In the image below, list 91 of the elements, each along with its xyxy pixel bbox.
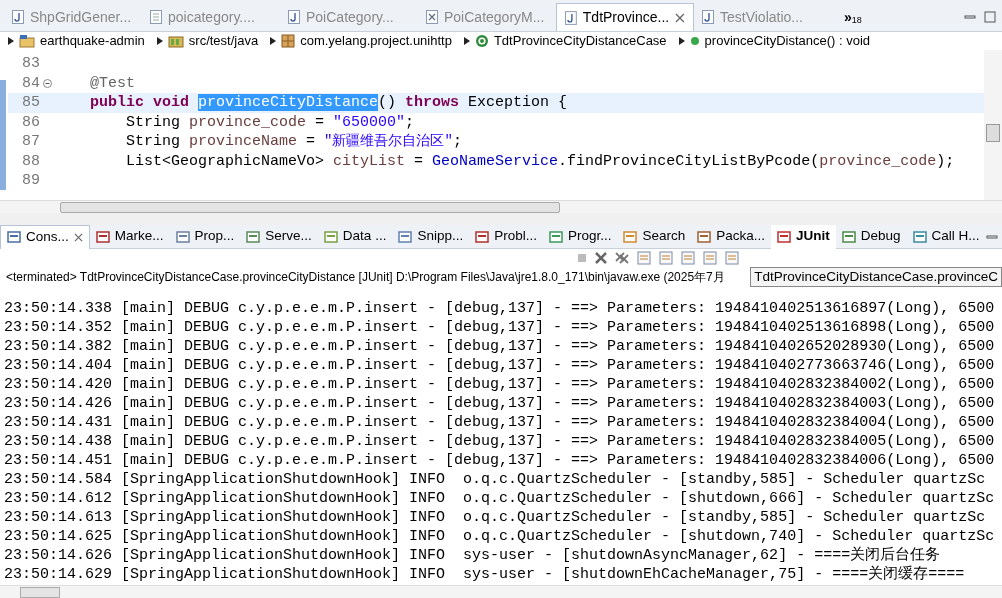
toolbar-icon[interactable] — [702, 251, 718, 265]
view-icon — [246, 229, 261, 244]
toolbar-icon[interactable] — [636, 251, 652, 265]
view-tab[interactable]: JUnit — [771, 224, 836, 249]
console-line: 23:50:14.338 [main] DEBUG c.y.p.e.e.m.P.insert - [debug,137] - ==> Parameters: 1948410402513616897(Long), 6500 — [4, 299, 995, 318]
console-line: 23:50:14.404 [main] DEBUG c.y.p.e.e.m.P.insert - [debug,137] - ==> Parameters: 1948410402773663746(Long), 6500 — [4, 356, 995, 375]
code-line: public void provinceCityDistance() throws Exception { — [89, 93, 568, 113]
line-number: 86 — [21, 112, 40, 132]
view-icon — [912, 229, 927, 244]
view-tab[interactable]: Cons... — [0, 224, 90, 249]
chevron-icon — [678, 37, 685, 45]
console-line: 23:50:14.584 [SpringApplicationShutdownHook] INFO o.q.c.QuartzScheduler - [standby,585] - Scheduler quartzSc — [4, 470, 986, 489]
xml-file-icon — [426, 10, 438, 24]
java-file-icon — [565, 10, 577, 25]
toolbar-icon[interactable] — [680, 251, 696, 265]
fold-icon[interactable] — [42, 78, 52, 88]
console-line: 23:50:14.438 [main] DEBUG c.y.p.e.e.m.P.insert - [debug,137] - ==> Parameters: 1948410402832384005(Long), 6500 — [4, 432, 995, 451]
view-tab[interactable]: Search — [617, 224, 692, 249]
editor-tab[interactable]: TdtProvince... — [556, 3, 694, 31]
close-icon[interactable] — [73, 232, 83, 242]
toolbar-icon[interactable] — [658, 251, 674, 265]
breadcrumb-item[interactable]: TdtProvinceCityDistanceCase — [493, 31, 667, 51]
line-number: 84 — [21, 73, 40, 93]
chevron-icon — [156, 37, 163, 45]
console-line: 23:50:14.625 [SpringApplicationShutdownHook] INFO o.q.c.QuartzScheduler - [shutdown,740] - Scheduler quartzSc — [4, 527, 995, 546]
close-icon[interactable] — [675, 12, 685, 23]
view-tab[interactable]: Prop... — [169, 224, 241, 249]
code-line: List<GeographicNameVo> cityList = GeoNameService.findProvinceCityListByPcode(province_code); — [125, 151, 955, 171]
view-icon — [697, 229, 712, 244]
source-folder-icon — [167, 34, 184, 48]
line-number: 89 — [21, 171, 40, 191]
stop-icon[interactable] — [576, 252, 588, 264]
view-icon — [841, 229, 856, 244]
code-line: @Test — [89, 73, 135, 93]
tooltip: TdtProvinceCityDistanceCase.provinceC — [750, 267, 1002, 287]
breadcrumb-item[interactable]: provinceCityDistance() : void — [704, 31, 871, 51]
console-line: 23:50:14.426 [main] DEBUG c.y.p.e.e.m.P.insert - [debug,137] - ==> Parameters: 1948410402832384003(Long), 6500 — [4, 394, 995, 413]
console-line: 23:50:14.382 [main] DEBUG c.y.p.e.e.m.P.insert - [debug,137] - ==> Parameters: 1948410402652028930(Long), 6500 — [4, 337, 995, 356]
line-number: 88 — [21, 151, 40, 171]
scroll-thumb[interactable] — [60, 201, 560, 213]
toolbar-icon[interactable] — [724, 251, 740, 265]
view-tab[interactable]: Packa... — [691, 224, 772, 249]
breadcrumb-item[interactable]: earthquake-admin — [40, 31, 145, 51]
view-icon — [623, 229, 638, 244]
line-number: 83 — [21, 54, 40, 74]
view-tab[interactable]: Serve... — [240, 224, 318, 249]
view-icon — [548, 229, 563, 244]
view-icon — [7, 230, 21, 244]
scroll-thumb[interactable] — [986, 124, 1000, 142]
remove-all-icon[interactable] — [614, 251, 630, 265]
breadcrumb-item[interactable]: src/test/java — [188, 31, 259, 51]
chevron-icon — [270, 37, 277, 45]
remove-icon[interactable] — [594, 251, 608, 265]
console-line: 23:50:14.352 [main] DEBUG c.y.p.e.e.m.P.insert - [debug,137] - ==> Parameters: 1948410402513616898(Long), 6500 — [4, 318, 995, 337]
method-icon — [689, 36, 700, 46]
view-tab[interactable]: Marke... — [89, 224, 170, 249]
view-tab[interactable]: Debug — [835, 224, 907, 249]
view-tab[interactable]: Call H... — [906, 224, 986, 249]
console-line: 23:50:14.420 [main] DEBUG c.y.p.e.e.m.P.insert - [debug,137] - ==> Parameters: 1948410402832384002(Long), 6500 — [4, 375, 995, 394]
view-icon — [175, 229, 190, 244]
console-line: 23:50:14.613 [SpringApplicationShutdownHook] INFO o.q.c.QuartzScheduler - [standby,585] - Scheduler quartzSc — [4, 508, 986, 527]
console-status: <terminated> TdtProvinceCityDistanceCase.provinceCityDistance [JUnit] D:\Program Files\Java\jre1.8.0_171\bin\javaw.exe (2025年7月 — [6, 269, 725, 286]
file-icon — [150, 10, 162, 24]
view-icon — [95, 229, 110, 244]
package-icon — [281, 34, 296, 48]
console-line: 23:50:14.431 [main] DEBUG c.y.p.e.e.m.P.insert - [debug,137] - ==> Parameters: 1948410402832384004(Long), 6500 — [4, 413, 995, 432]
console-line: 23:50:14.451 [main] DEBUG c.y.p.e.e.m.P.insert - [debug,137] - ==> Parameters: 1948410402832384006(Long), 6500 — [4, 451, 995, 470]
view-tab[interactable]: Probl... — [469, 224, 543, 249]
java-file-icon — [12, 10, 24, 24]
chevron-icon — [8, 37, 14, 45]
line-number: 87 — [21, 132, 40, 152]
console-line: 23:50:14.626 [SpringApplicationShutdownHook] INFO sys-user - [shutdownAsyncManager,62] - ====关闭后台任务 — [4, 546, 941, 565]
view-tab[interactable]: Data ... — [317, 224, 393, 249]
console-line: 23:50:14.612 [SpringApplicationShutdownHook] INFO o.q.c.QuartzScheduler - [shutdown,666] - Scheduler quartzSc — [4, 489, 995, 508]
code-line: String provinceName = "新疆维吾尔自治区"; — [125, 132, 462, 152]
breadcrumb-item[interactable]: com.yelang.project.unihttp — [300, 31, 452, 51]
view-icon — [475, 229, 490, 244]
scroll-thumb[interactable] — [20, 586, 60, 598]
view-tab[interactable]: Snipp... — [392, 224, 470, 249]
view-icon — [398, 229, 413, 244]
maximize-icon[interactable] — [984, 11, 996, 23]
java-file-icon — [702, 10, 714, 24]
chevron-icon — [463, 37, 470, 45]
line-number: 85 — [21, 93, 40, 113]
view-icon — [777, 229, 792, 244]
project-icon — [19, 34, 35, 48]
view-icon — [323, 229, 338, 244]
code-line: String province_code = "650000"; — [125, 112, 415, 132]
java-file-icon — [288, 10, 300, 24]
view-tab[interactable]: Progr... — [542, 224, 618, 249]
console-line: 23:50:14.629 [SpringApplicationShutdownHook] INFO sys-user - [shutdownEhCacheManager,75] - ====关闭缓存==== — [4, 565, 965, 584]
